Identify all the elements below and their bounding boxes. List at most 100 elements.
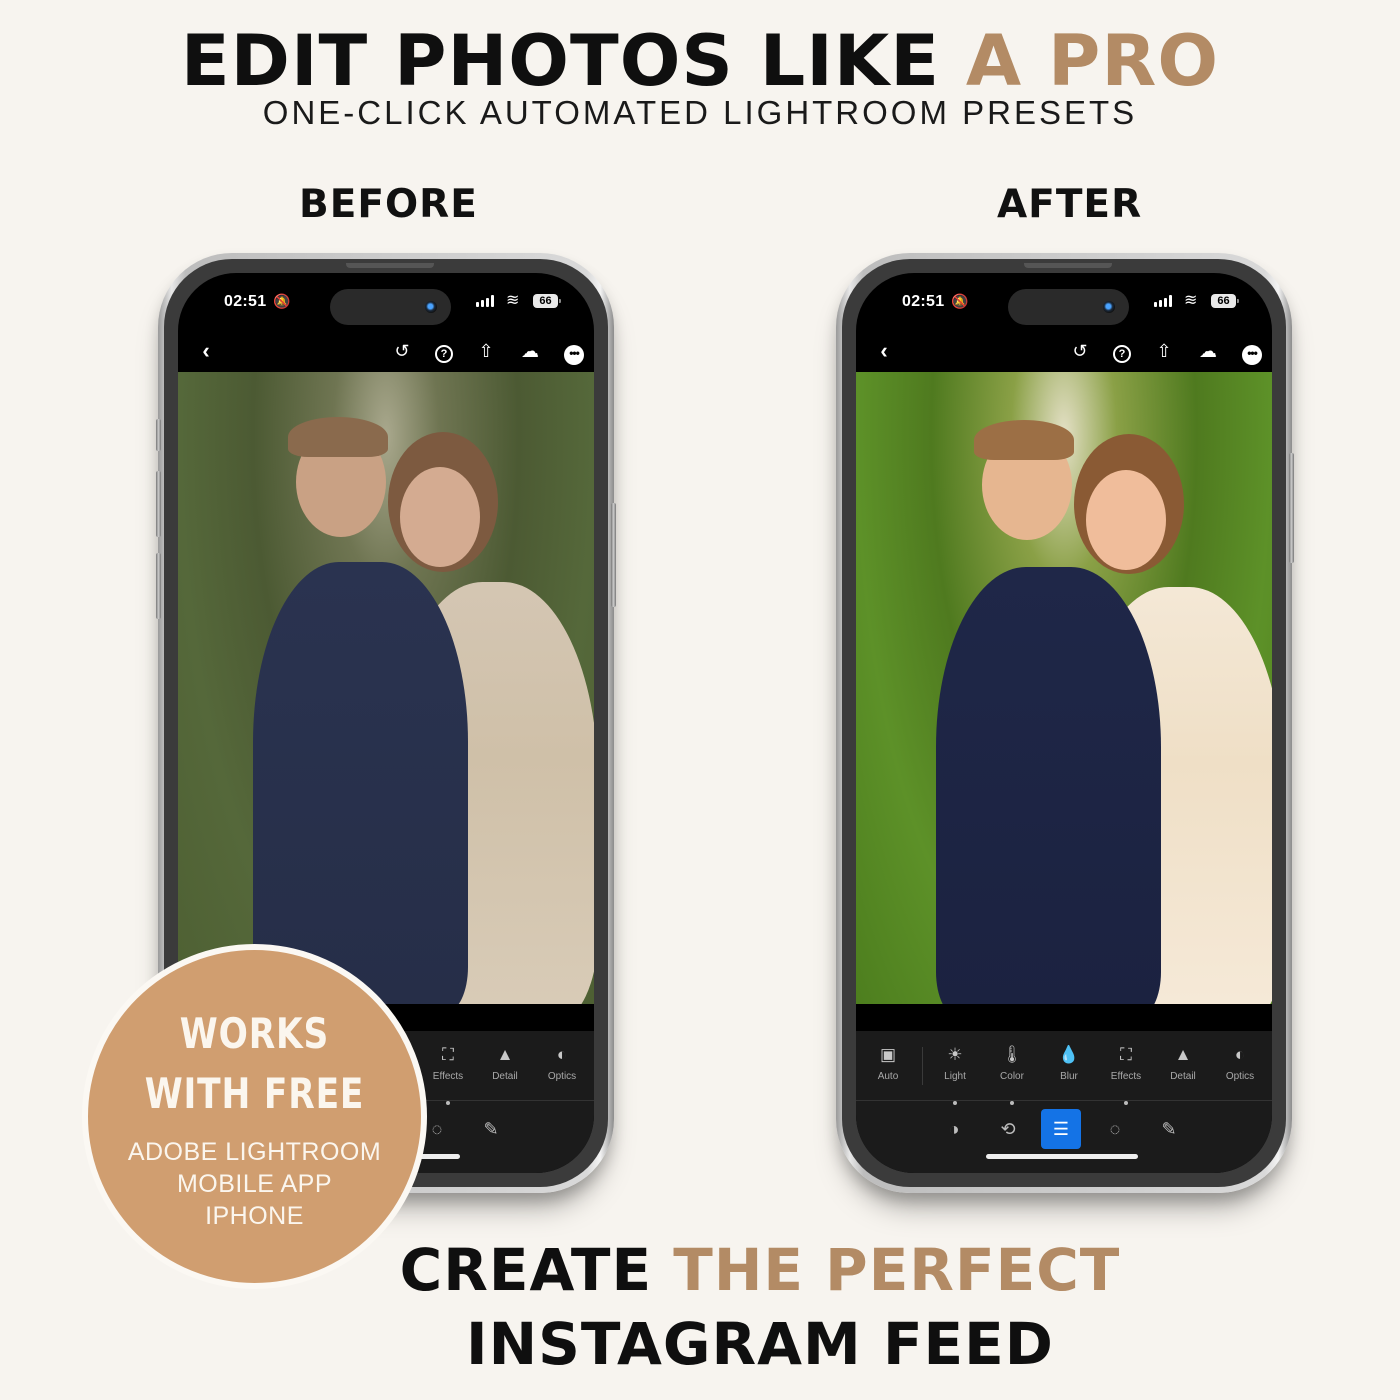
bride-face bbox=[400, 467, 480, 567]
groom-hair bbox=[974, 420, 1074, 460]
share-icon[interactable]: ⇧ bbox=[474, 341, 498, 361]
triangle-icon: ▲ bbox=[1174, 1045, 1192, 1064]
thermometer-icon: 🌡 bbox=[1001, 1045, 1023, 1064]
sun-icon: ☀ bbox=[947, 1045, 963, 1064]
volume-up-button bbox=[156, 471, 161, 537]
battery-icon: 66 bbox=[1211, 294, 1239, 308]
masking-icon[interactable]: ◑ bbox=[934, 1109, 974, 1149]
badge-line-5: IPHONE bbox=[205, 1202, 304, 1230]
home-indicator[interactable] bbox=[986, 1154, 1138, 1159]
photo-gap bbox=[856, 1004, 1272, 1031]
tool-detail[interactable]: ▲ Detail bbox=[477, 1045, 533, 1082]
tool-label: Blur bbox=[1060, 1071, 1078, 1082]
footer-main: CREATE bbox=[399, 1236, 674, 1304]
signal-icon bbox=[476, 295, 494, 307]
history-icon[interactable]: ↺ bbox=[390, 341, 414, 361]
photo-before bbox=[178, 372, 594, 1004]
tool-label: Color bbox=[1000, 1071, 1024, 1082]
tool-optics[interactable]: ◐ Optics bbox=[1212, 1045, 1268, 1082]
groom-jacket bbox=[253, 562, 468, 1004]
power-button bbox=[611, 503, 616, 607]
battery-icon: 66 bbox=[533, 294, 561, 308]
dynamic-island bbox=[1008, 289, 1129, 325]
groom-hair bbox=[288, 417, 388, 457]
tool-label: Effects bbox=[1110, 1071, 1142, 1082]
healing-icon[interactable]: ✎ bbox=[1149, 1109, 1189, 1149]
effects-icon: ⛶ bbox=[1120, 1045, 1132, 1064]
tool-label: Optics bbox=[547, 1071, 577, 1082]
back-icon[interactable]: ‹ bbox=[194, 340, 218, 362]
select-glyph: ◌ bbox=[1109, 1119, 1121, 1139]
dynamic-island bbox=[330, 289, 451, 325]
lens-icon: ◐ bbox=[556, 1045, 568, 1064]
camera-icon bbox=[425, 301, 437, 313]
signal-icon bbox=[1154, 295, 1172, 307]
label-before: BEFORE bbox=[299, 182, 478, 227]
status-time: 02:51 bbox=[902, 293, 945, 310]
tool-label: Light bbox=[944, 1071, 966, 1082]
speaker bbox=[1024, 263, 1112, 268]
help-icon[interactable]: ? bbox=[432, 341, 456, 363]
status-bar: 02:51 🔕 ≋ 66 bbox=[856, 273, 1272, 335]
camera-icon bbox=[1103, 301, 1115, 313]
bride-face bbox=[1086, 470, 1166, 570]
footer-line-1: CREATE THE PERFECT bbox=[60, 1236, 1400, 1304]
tool-label: Detail bbox=[1170, 1071, 1196, 1082]
badge-line-2: WITH FREE bbox=[144, 1069, 365, 1118]
back-icon[interactable]: ‹ bbox=[872, 340, 896, 362]
tool-effects[interactable]: ⛶ Effects bbox=[420, 1045, 476, 1105]
tool-blur[interactable]: 💧 Blur bbox=[1041, 1045, 1097, 1082]
badge-line-4: MOBILE APP bbox=[176, 1170, 333, 1198]
tool-light[interactable]: ☀ Light bbox=[927, 1045, 983, 1105]
history-icon[interactable]: ↺ bbox=[1068, 341, 1092, 361]
headline: EDIT PHOTOS LIKE A PRO bbox=[0, 22, 1400, 100]
phone-after: 02:51 🔕 ≋ 66 ‹ ↺ ? ⇧ ☁ ••• ▣ Auto ☀ Ligh… bbox=[836, 253, 1294, 1193]
speaker bbox=[346, 263, 434, 268]
volume-down-button bbox=[156, 553, 161, 619]
tool-color[interactable]: 🌡 Color bbox=[984, 1045, 1040, 1105]
more-icon[interactable]: ••• bbox=[1240, 341, 1264, 365]
photo-after bbox=[856, 372, 1272, 1004]
bell-slash-icon: 🔕 bbox=[273, 293, 291, 309]
cloud-sync-icon[interactable]: ☁ bbox=[1196, 341, 1220, 361]
phone-bezel: 02:51 🔕 ≋ 66 ‹ ↺ ? ⇧ ☁ ••• bbox=[842, 259, 1286, 1187]
subheadline: ONE-CLICK AUTOMATED LIGHTROOM PRESETS bbox=[262, 94, 1138, 131]
tool-label: Effects bbox=[432, 1071, 464, 1082]
headline-main: EDIT PHOTOS LIKE bbox=[180, 20, 966, 102]
wifi-icon: ≋ bbox=[1184, 292, 1198, 309]
power-button bbox=[1289, 453, 1294, 563]
app-toolbar: ‹ ↺ ? ⇧ ☁ ••• bbox=[178, 335, 594, 371]
crop-icon[interactable]: ⟲ bbox=[988, 1109, 1028, 1149]
triangle-icon: ▲ bbox=[496, 1045, 514, 1064]
more-icon[interactable]: ••• bbox=[562, 341, 586, 365]
tool-detail[interactable]: ▲ Detail bbox=[1155, 1045, 1211, 1082]
groom-jacket bbox=[936, 567, 1161, 1004]
select-glyph: ◌ bbox=[431, 1119, 443, 1139]
sliders-glyph: ☰ bbox=[1052, 1119, 1070, 1139]
tool-label: Auto bbox=[877, 1071, 899, 1082]
label-after: AFTER bbox=[997, 182, 1143, 227]
action-button bbox=[156, 419, 161, 451]
cloud-sync-icon[interactable]: ☁ bbox=[518, 341, 542, 361]
tool-label: Detail bbox=[492, 1071, 518, 1082]
tool-optics[interactable]: ◐ Optics bbox=[534, 1045, 590, 1082]
edit-sliders-icon[interactable]: ☰ bbox=[1041, 1109, 1081, 1159]
app-toolbar: ‹ ↺ ? ⇧ ☁ ••• bbox=[856, 335, 1272, 371]
share-icon[interactable]: ⇧ bbox=[1152, 341, 1176, 361]
help-icon[interactable]: ? bbox=[1110, 341, 1134, 363]
wifi-icon: ≋ bbox=[506, 292, 520, 309]
more-glyph: ••• bbox=[564, 345, 584, 365]
tool-effects[interactable]: ⛶ Effects bbox=[1098, 1045, 1154, 1105]
phone-screen: 02:51 🔕 ≋ 66 ‹ ↺ ? ⇧ ☁ ••• bbox=[856, 273, 1272, 1173]
tool-auto[interactable]: ▣ Auto bbox=[860, 1045, 916, 1082]
badge-line-3: ADOBE LIGHTROOM bbox=[127, 1138, 382, 1166]
lens-icon: ◐ bbox=[1234, 1045, 1246, 1064]
footer-accent: THE PERFECT bbox=[673, 1236, 1121, 1304]
divider bbox=[922, 1047, 923, 1085]
footer-line-2: INSTAGRAM FEED bbox=[466, 1310, 1054, 1378]
select-icon[interactable]: ◌ bbox=[1095, 1109, 1135, 1159]
edit-panel: ▣ Auto ☀ Light 🌡 Color 💧 Blur ⛶ Effects ▲ Deta… bbox=[856, 1031, 1272, 1173]
drop-icon: 💧 bbox=[1058, 1045, 1080, 1064]
help-glyph: ? bbox=[1113, 345, 1131, 363]
healing-icon[interactable]: ✎ bbox=[471, 1109, 511, 1149]
